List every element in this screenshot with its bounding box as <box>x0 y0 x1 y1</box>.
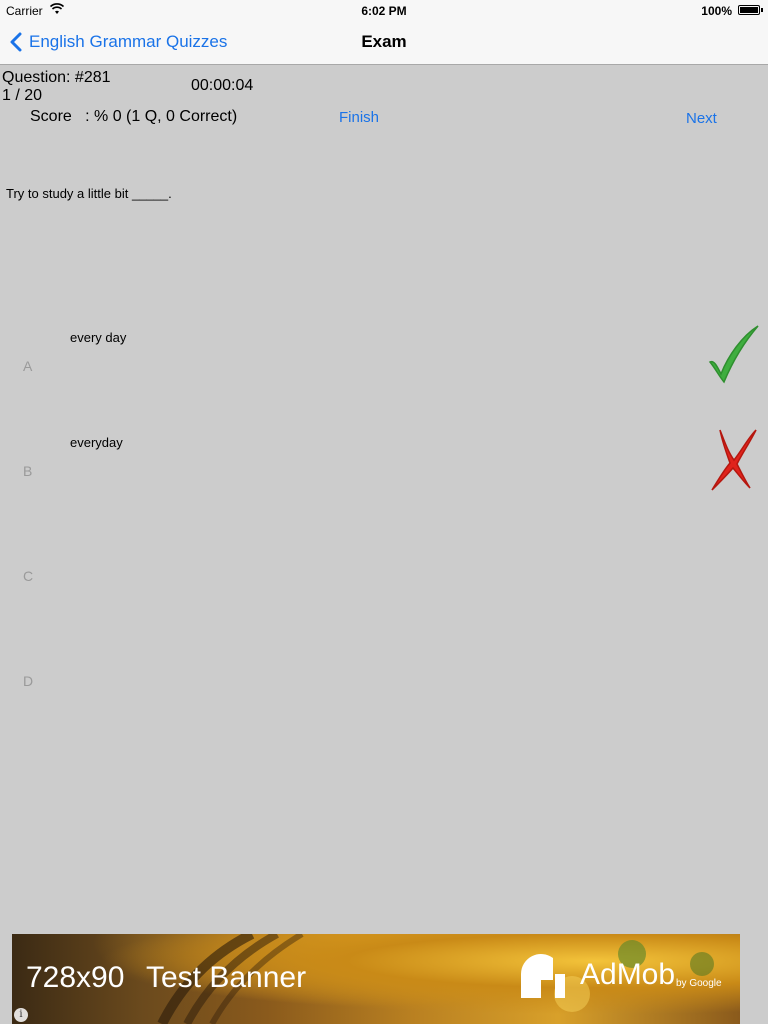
status-bar: Carrier 6:02 PM 100% <box>0 0 768 20</box>
page-title: Exam <box>361 32 407 51</box>
admob-brand: AdMob <box>580 958 676 991</box>
battery-percentage: 100% <box>701 4 732 18</box>
battery-icon <box>738 5 763 15</box>
ad-size-label: 728x90 <box>26 961 125 994</box>
score-label: Score : % 0 (1 Q, 0 Correct) <box>30 108 238 125</box>
finish-button[interactable]: Finish <box>339 109 379 126</box>
answer-a-text[interactable]: every day <box>70 330 126 345</box>
admob-by-google: by Google <box>676 978 722 989</box>
answer-a-letter[interactable]: A <box>23 358 32 374</box>
navigation-bar: English Grammar Quizzes Exam <box>0 20 768 65</box>
cross-icon <box>711 429 757 491</box>
admob-logo-icon <box>521 954 565 998</box>
ad-info-icon[interactable]: i <box>14 1008 28 1022</box>
ad-test-label: Test Banner <box>146 961 307 994</box>
question-text: Try to study a little bit _____. <box>6 186 172 201</box>
check-icon <box>708 325 759 384</box>
next-button[interactable]: Next <box>686 110 717 127</box>
clock: 6:02 PM <box>361 4 407 18</box>
answer-c-letter[interactable]: C <box>23 568 33 584</box>
quiz-timer: 00:00:04 <box>191 77 254 94</box>
answer-b-text[interactable]: everyday <box>70 435 123 450</box>
question-progress: 1 / 20 <box>2 87 43 104</box>
ad-banner[interactable]: 728x90 Test Banner AdMob by Google i <box>12 934 740 1024</box>
exam-screen: Carrier 6:02 PM 100% English Grammar Qui… <box>0 0 768 1024</box>
question-number: Question: #281 <box>2 69 111 86</box>
answer-d-letter[interactable]: D <box>23 673 33 689</box>
answer-b-letter[interactable]: B <box>23 463 32 479</box>
